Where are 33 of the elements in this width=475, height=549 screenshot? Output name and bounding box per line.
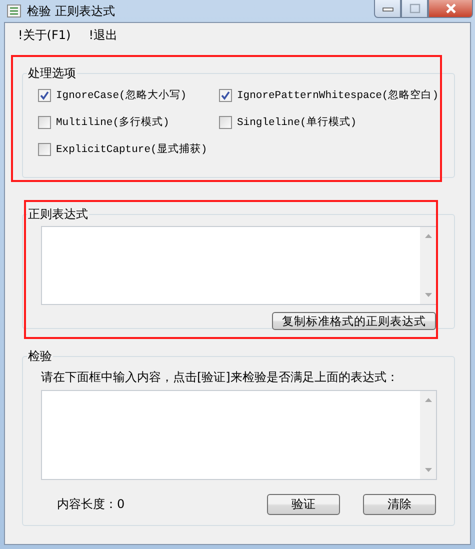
down-arrow-icon: [424, 468, 432, 472]
up-arrow-icon: [424, 398, 432, 402]
check-icon: [40, 90, 49, 100]
scrollbar[interactable]: [420, 391, 436, 479]
regex-input-field[interactable]: [41, 226, 437, 305]
option-checkbox[interactable]: Multiline(多行模式): [38, 115, 219, 129]
list-icon: [7, 4, 21, 18]
maximize-icon: [408, 3, 420, 14]
close-button[interactable]: [428, 0, 473, 18]
check-icon: [221, 90, 230, 100]
up-arrow-icon: [424, 234, 432, 238]
action-button[interactable]: 清除: [363, 494, 436, 515]
minimize-button[interactable]: [374, 0, 401, 18]
option-checkbox[interactable]: Singleline(单行模式): [219, 115, 454, 129]
option-checkbox[interactable]: IgnoreCase(忽略大小写): [38, 88, 219, 102]
menu-item[interactable]: !关于(F1): [18, 26, 71, 44]
option-checkbox[interactable]: ExplicitCapture(显式捕获): [38, 142, 219, 156]
maximize-button[interactable]: [401, 0, 428, 18]
copy-regex-button[interactable]: 复制标准格式的正则表达式: [272, 312, 436, 330]
scrollbar[interactable]: [420, 227, 436, 304]
group-title: 处理选项: [27, 65, 77, 82]
minimize-icon: [382, 6, 394, 12]
test-input-field[interactable]: [41, 390, 437, 480]
down-arrow-icon: [424, 293, 432, 297]
window-title: 检验 正则表达式: [27, 2, 115, 20]
option-checkbox[interactable]: IgnorePatternWhitespace(忽略空白): [219, 88, 454, 102]
group-title: 检验: [27, 348, 53, 365]
group-title: 正则表达式: [27, 206, 89, 223]
menu-item[interactable]: !退出: [88, 26, 118, 44]
content-length-label: 内容长度：0: [57, 496, 126, 513]
instruction-text: 请在下面框中输入内容，点击[验证]来检验是否满足上面的表达式：: [41, 369, 400, 386]
close-icon: [444, 3, 456, 14]
action-button[interactable]: 验证: [267, 494, 340, 515]
